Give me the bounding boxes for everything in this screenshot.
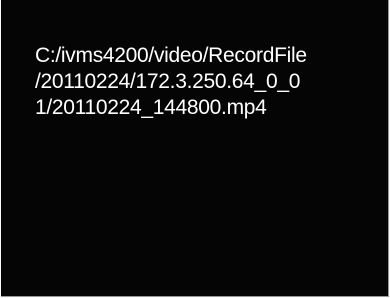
video-file-path: C:/ivms4200/video/RecordFile /20110224/1… [35,43,365,121]
window-frame: C:/ivms4200/video/RecordFile /20110224/1… [0,0,390,298]
video-display-panel[interactable]: C:/ivms4200/video/RecordFile /20110224/1… [1,0,389,297]
file-path-line-3: 1/20110224_144800.mp4 [35,96,267,119]
file-path-line-2: /20110224/172.3.250.64_0_0 [35,70,301,93]
file-path-line-1: C:/ivms4200/video/RecordFile [35,44,307,67]
